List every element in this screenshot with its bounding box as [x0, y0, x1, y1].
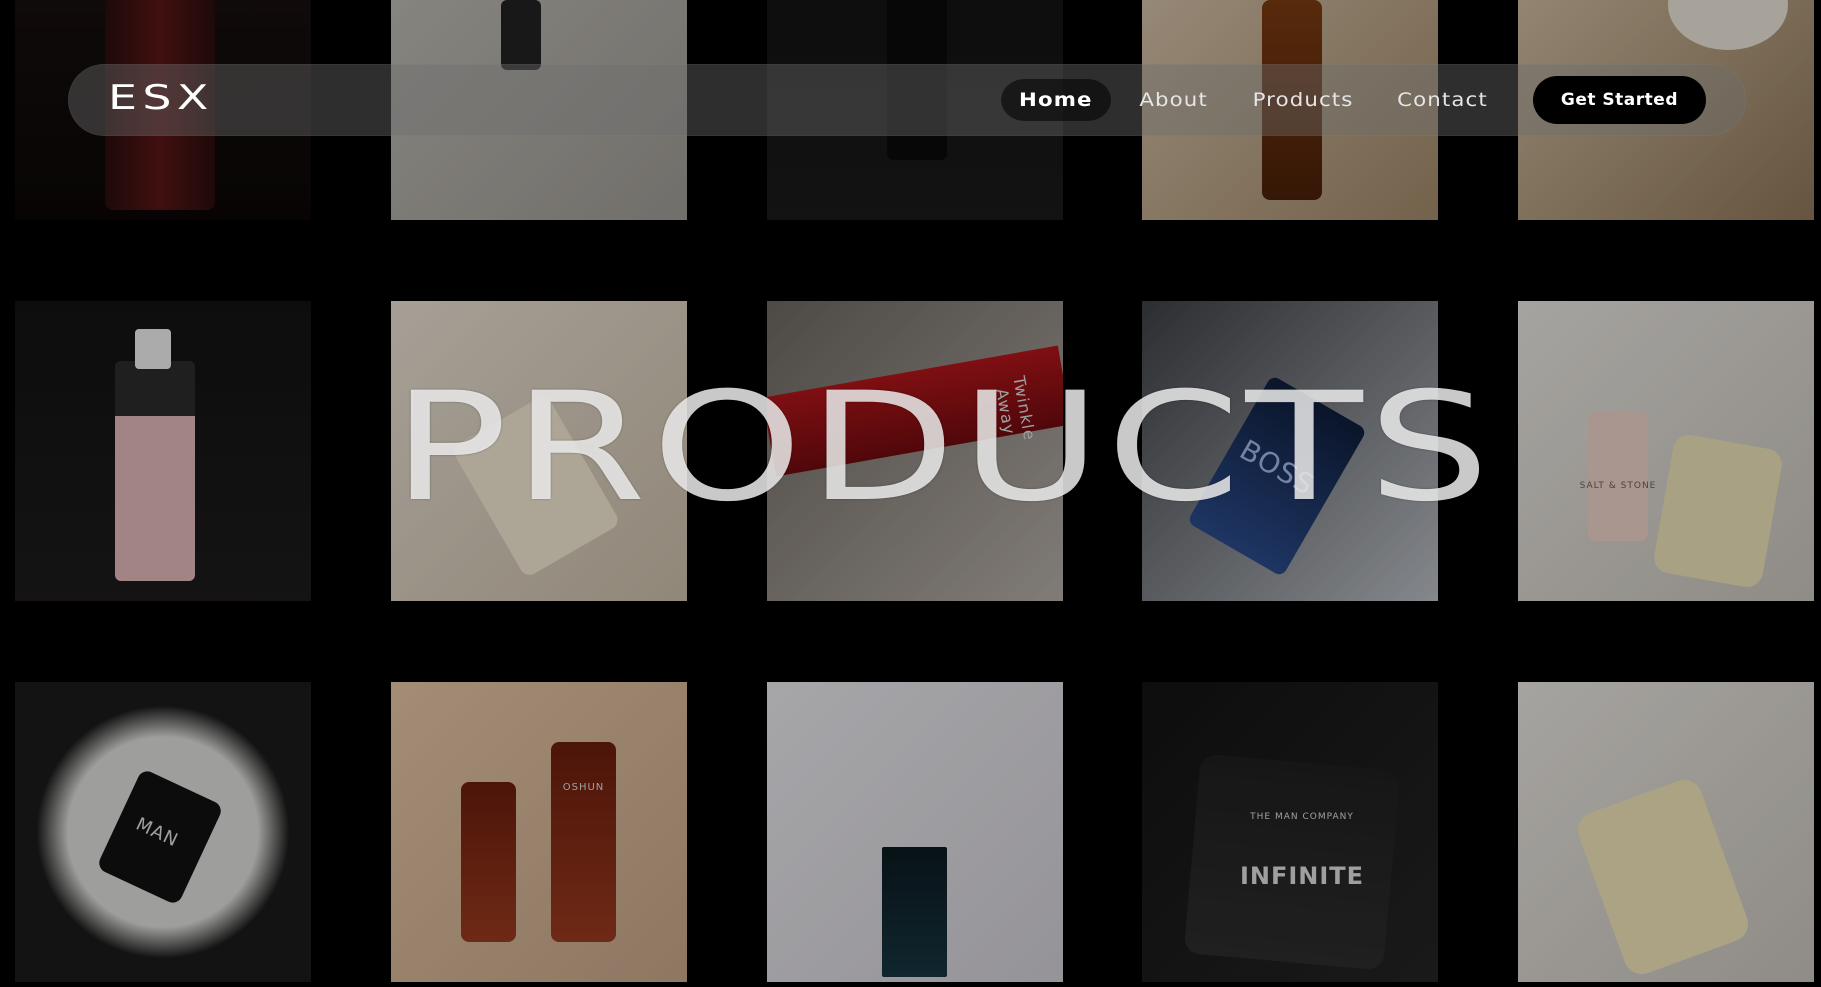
product-tile-6 — [15, 301, 311, 601]
brand-logo[interactable]: ESX — [108, 78, 214, 118]
hero-title: PRODUCTS — [392, 361, 1495, 535]
product-tile-15 — [1518, 682, 1814, 982]
top-nav-bar: ESX Home About Products Contact Get Star… — [68, 64, 1746, 136]
get-started-button[interactable]: Get Started — [1532, 76, 1706, 124]
man-company-label: THE MAN COMPANY — [1250, 812, 1354, 822]
product-tile-14: THE MAN COMPANY INFINITE — [1142, 682, 1438, 982]
product-tile-13 — [767, 682, 1063, 982]
oshun-label: OSHUN — [562, 782, 605, 793]
product-tile-12: OSHUN — [391, 682, 687, 982]
nav-contact[interactable]: Contact — [1379, 79, 1505, 121]
nav-home[interactable]: Home — [1001, 79, 1111, 121]
nav-about[interactable]: About — [1121, 79, 1225, 121]
nav-products[interactable]: Products — [1235, 79, 1372, 121]
product-tile-11: MAN — [15, 682, 311, 982]
main-nav: Home About Products Contact Get Started — [1001, 76, 1706, 124]
infinite-label: INFINITE — [1239, 862, 1365, 890]
